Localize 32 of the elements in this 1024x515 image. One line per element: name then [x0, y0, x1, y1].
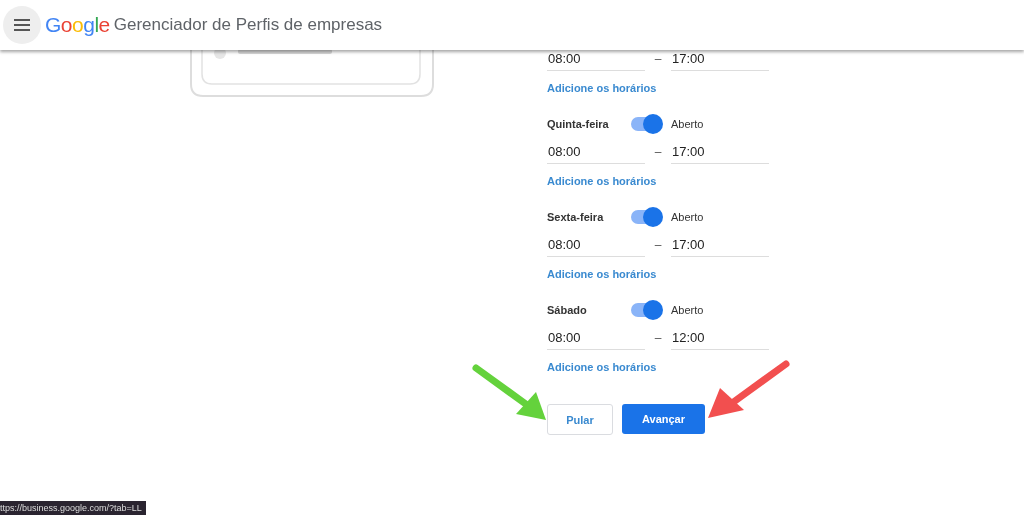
google-logo: Google	[45, 13, 110, 37]
opening-time-field[interactable]: 08:00	[547, 140, 645, 164]
closing-time-field[interactable]: 12:00	[671, 326, 769, 350]
open-status: Aberto	[671, 304, 704, 316]
open-status: Aberto	[671, 211, 704, 223]
open-toggle[interactable]	[631, 210, 661, 224]
opening-time-field[interactable]: 08:00	[547, 233, 645, 257]
day-name: Sábado	[547, 304, 588, 316]
time-separator: –	[653, 145, 663, 159]
open-toggle[interactable]	[631, 303, 661, 317]
menu-icon	[14, 19, 30, 31]
status-url: ttps://business.google.com/?tab=LL	[0, 501, 146, 515]
time-separator: –	[653, 331, 663, 345]
open-status: Aberto	[671, 118, 704, 130]
closing-time-field[interactable]: 17:00	[671, 140, 769, 164]
skip-button[interactable]: Pular	[547, 404, 613, 435]
time-separator: –	[653, 52, 663, 66]
add-hours-link[interactable]: Adicione os horários	[547, 268, 657, 280]
add-hours-link[interactable]: Adicione os horários	[547, 82, 657, 94]
time-separator: –	[653, 238, 663, 252]
day-name: Quinta-feira	[547, 118, 610, 130]
opening-time-field[interactable]: 08:00	[547, 47, 645, 71]
day-name: Sexta-feira	[547, 211, 605, 223]
closing-time-field[interactable]: 17:00	[671, 233, 769, 257]
opening-time-field[interactable]: 08:00	[547, 326, 645, 350]
menu-button[interactable]	[3, 6, 41, 44]
next-button[interactable]: Avançar	[622, 404, 705, 434]
add-hours-link[interactable]: Adicione os horários	[547, 361, 657, 373]
app-title: Gerenciador de Perfis de empresas	[113, 15, 383, 35]
add-hours-link[interactable]: Adicione os horários	[547, 175, 657, 187]
open-toggle[interactable]	[631, 117, 661, 131]
closing-time-field[interactable]: 17:00	[671, 47, 769, 71]
